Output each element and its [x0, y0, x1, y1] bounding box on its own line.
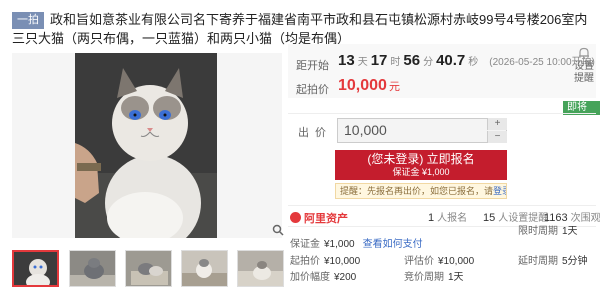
signup-button-label: (您未登录) 立即报名 [367, 152, 475, 166]
countdown-hours-unit: 时 [390, 57, 401, 68]
brand-name: 阿里资产 [304, 213, 348, 225]
deposit-label: 保证金 [290, 239, 320, 250]
signup-count: 1 人报名 [428, 209, 467, 224]
thumbnail-2[interactable] [69, 250, 116, 287]
countdown-label: 距开始 [296, 60, 329, 72]
cycle-label: 竞价周期 [404, 272, 444, 283]
increment-label: 加价幅度 [290, 272, 330, 283]
thumbnail-3[interactable] [125, 250, 172, 287]
main-image-viewer[interactable] [12, 53, 282, 238]
cat-photo [75, 53, 217, 238]
deposit-value: ¥1,000 [324, 239, 355, 250]
auction-round-tag: 一拍 [12, 12, 44, 29]
countdown-minutes: 56 [403, 52, 421, 69]
login-link[interactable]: 登录 [493, 186, 506, 196]
page-title: 一拍 政和旨如意茶业有限公司名下寄养于福建省南平市政和县石屯镇松源村赤岐99号4号… [12, 10, 592, 48]
thumbnail-1[interactable] [12, 250, 59, 287]
signup-count-label: 人报名 [437, 213, 468, 224]
ali-asset-icon [290, 212, 301, 223]
bid-amount-input[interactable]: 10,000 [337, 118, 507, 143]
set-reminder-button[interactable]: 设置 提醒 [572, 46, 596, 85]
bid-decrease-button[interactable]: − [487, 131, 507, 143]
signup-button[interactable]: (您未登录) 立即报名 保证金 ¥1,000 [335, 150, 507, 180]
eval-label: 评估价 [404, 256, 434, 267]
cycle-value: 1天 [448, 272, 464, 283]
countdown-timer: 13 天 17 时 56 分 40.7 秒 (2026-05-25 10:00开拍) [338, 52, 595, 69]
zoom-icon[interactable] [272, 224, 284, 236]
countdown-seconds-unit: 秒 [468, 57, 479, 68]
thumbnail-4[interactable] [181, 250, 228, 287]
signup-count-number: 1 [428, 212, 435, 224]
thumbnail-5[interactable] [237, 250, 284, 287]
countdown-seconds: 40.7 [436, 52, 466, 69]
delay-row: 延时周期 5分钟 [518, 252, 588, 267]
signup-notice: 提醒：先报名再出价，如您已报名，请登录 [335, 183, 507, 199]
bid-panel: 出价 10,000 + − (您未登录) 立即报名 保证金 ¥1,000 提醒：… [288, 113, 596, 201]
start-price-value: 10,000 元 [338, 77, 400, 95]
eval-row: 评估价 ¥10,000 [404, 252, 474, 267]
countdown-panel: 距开始 13 天 17 时 56 分 40.7 秒 (2026-05-25 10:00开拍) 起… [288, 44, 596, 98]
reminder-count-number: 15 [483, 212, 496, 224]
start-price-unit: 元 [388, 81, 400, 93]
lot-title: 政和旨如意茶业有限公司名下寄养于福建省南平市政和县石屯镇松源村赤岐99号4号楼2… [12, 12, 588, 46]
countdown-days: 13 [338, 52, 355, 69]
deposit-row: 保证金 ¥1,000 查看如何支付 [290, 235, 423, 250]
bid-stepper: + − [487, 118, 507, 143]
signup-deposit-label: 保证金 ¥1,000 [392, 167, 450, 177]
eval-value: ¥10,000 [438, 256, 475, 267]
increment-row: 加价幅度 ¥200 [290, 268, 356, 283]
limit-row: 限时周期 1天 [518, 222, 578, 237]
start-price-number: 10,000 [338, 77, 387, 94]
limit-label: 限时周期 [518, 226, 558, 237]
brand-logo: 阿里资产 [290, 210, 348, 226]
info-start-label: 起拍价 [290, 256, 320, 267]
info-start-value: ¥10,000 [324, 256, 361, 267]
cycle-row: 竞价周期 1天 [404, 268, 464, 283]
limit-value: 1天 [562, 226, 578, 237]
remind-label-1: 设置 [574, 61, 594, 72]
increment-value: ¥200 [334, 272, 357, 283]
countdown-minutes-unit: 分 [423, 57, 434, 68]
start-price-row: 起拍价 ¥10,000 [290, 252, 360, 267]
delay-label: 延时周期 [518, 256, 558, 267]
delay-value: 5分钟 [562, 256, 588, 267]
bid-increase-button[interactable]: + [487, 118, 507, 130]
bid-label: 出价 [298, 127, 332, 139]
bell-icon [572, 46, 596, 61]
remind-label-2: 提醒 [574, 73, 594, 84]
thumbnail-strip [12, 250, 284, 290]
countdown-hours: 17 [370, 52, 388, 69]
ragdoll-cat-image [75, 53, 217, 238]
countdown-days-unit: 天 [357, 57, 368, 68]
notice-text: 提醒：先报名再出价，如您已报名，请 [340, 186, 494, 196]
start-price-label: 起拍价 [296, 84, 329, 96]
deposit-help-link[interactable]: 查看如何支付 [363, 239, 423, 250]
